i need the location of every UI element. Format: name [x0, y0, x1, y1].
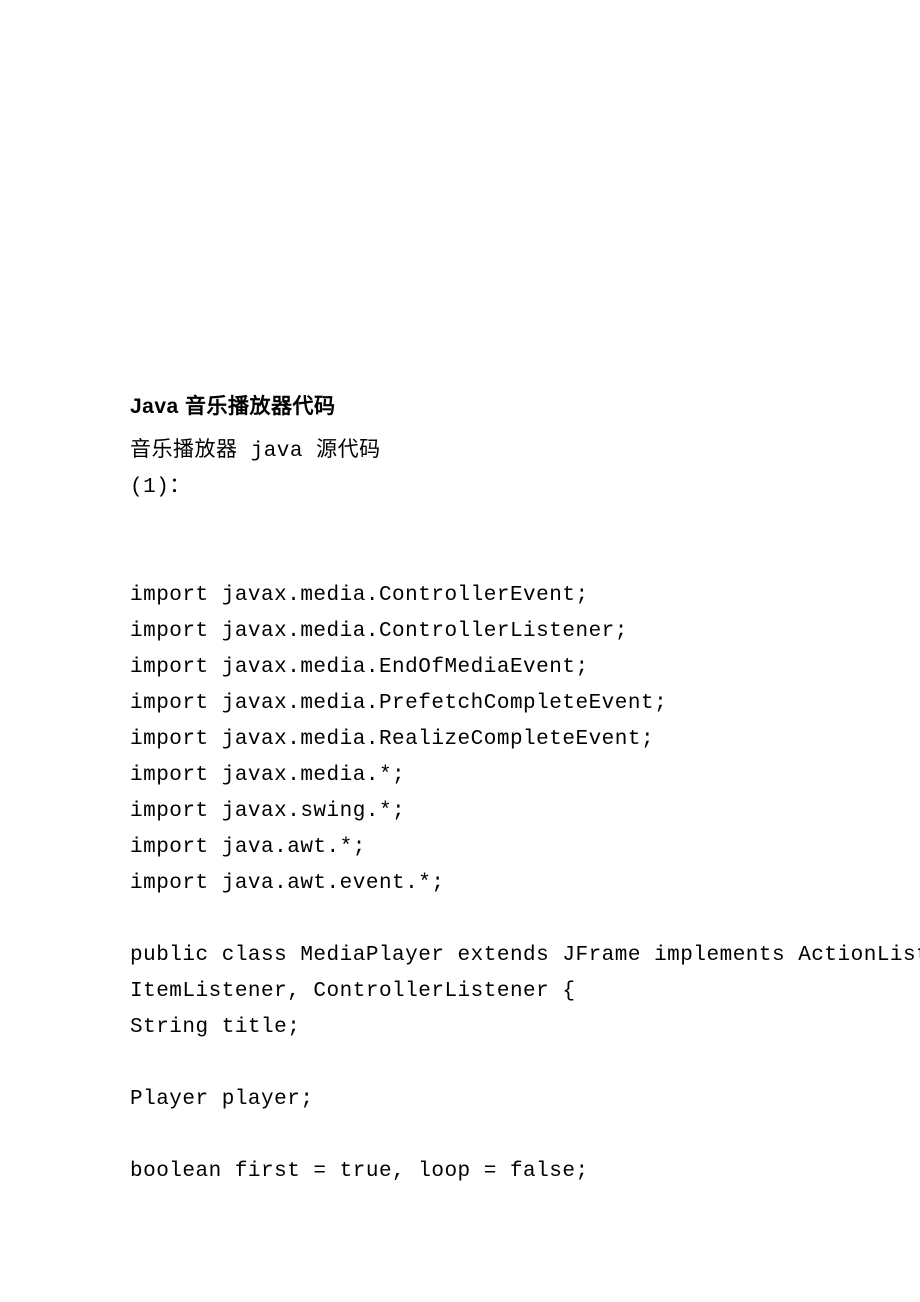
code-line: import java.awt.*;: [130, 830, 790, 866]
intro-line-1: 音乐播放器 java 源代码: [130, 434, 790, 470]
code-line: Player player;: [130, 1082, 790, 1118]
code-line: import javax.media.ControllerListener;: [130, 614, 790, 650]
intro-line-2: (1)：: [130, 470, 790, 506]
document-title: Java 音乐播放器代码: [130, 390, 790, 420]
code-line: import java.awt.event.*;: [130, 866, 790, 902]
document-page: Java 音乐播放器代码 音乐播放器 java 源代码 (1)： import …: [0, 0, 920, 1190]
code-line: import javax.media.EndOfMediaEvent;: [130, 650, 790, 686]
code-line: boolean first = true, loop = false;: [130, 1154, 790, 1190]
code-line: import javax.swing.*;: [130, 794, 790, 830]
code-line: import javax.media.PrefetchCompleteEvent…: [130, 686, 790, 722]
blank-spacer: [130, 506, 790, 542]
blank-spacer: [130, 1118, 790, 1154]
code-line: import javax.media.ControllerEvent;: [130, 578, 790, 614]
code-line: String title;: [130, 1010, 790, 1046]
blank-spacer: [130, 1046, 790, 1082]
code-line: import javax.media.*;: [130, 758, 790, 794]
code-line: ItemListener, ControllerListener {: [130, 974, 790, 1010]
code-line: public class MediaPlayer extends JFrame …: [130, 938, 790, 974]
blank-spacer: [130, 902, 790, 938]
code-line: import javax.media.RealizeCompleteEvent;: [130, 722, 790, 758]
blank-spacer: [130, 542, 790, 578]
